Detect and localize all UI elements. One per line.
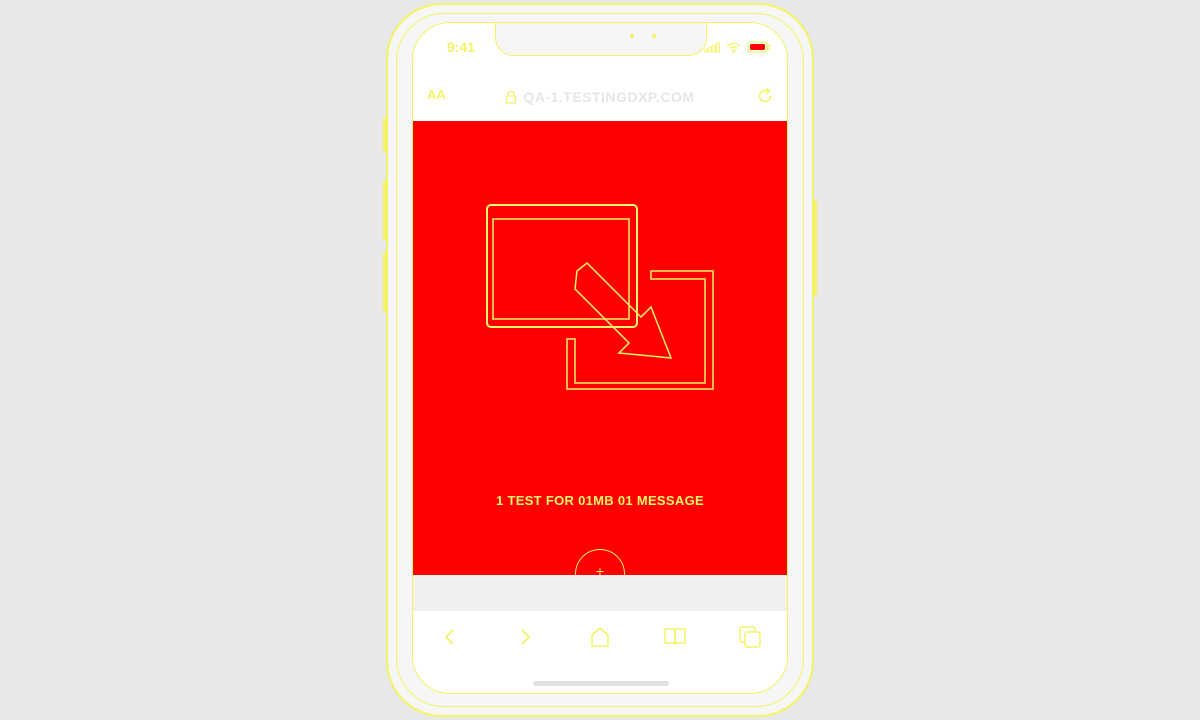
status-icons: [704, 41, 771, 53]
reload-icon[interactable]: [755, 86, 775, 106]
back-icon: [445, 629, 455, 645]
forward-icon: [521, 629, 531, 645]
phone-screen: 9:41 AA QA-1.TESTINGDXP.COM 1 TEST FOR 0…: [412, 22, 788, 694]
side-button-power: [813, 200, 817, 296]
signal-icon: [704, 42, 720, 52]
notch: [495, 23, 707, 56]
bookmarks-icon: [664, 628, 686, 646]
tabs-icon: [738, 626, 761, 648]
status-time: 9:41: [447, 39, 476, 55]
speaker-dot: [630, 34, 634, 38]
tabs-button[interactable]: [734, 621, 766, 653]
share-button[interactable]: [584, 621, 616, 653]
url-text: QA-1.TESTINGDXP.COM: [523, 89, 695, 105]
side-button-volume-up: [383, 118, 387, 152]
side-button-volume-silent: [383, 252, 387, 312]
side-button-volume-down: [383, 180, 387, 240]
page-message: 1 TEST FOR 01MB 01 MESSAGE: [496, 493, 704, 508]
picture-in-picture-icon: [486, 204, 714, 390]
page-content: 1 TEST FOR 01MB 01 MESSAGE +: [413, 121, 787, 599]
lock-icon: [506, 90, 517, 104]
camera-dot: [652, 34, 656, 38]
forward-button[interactable]: [509, 621, 541, 653]
share-icon: [591, 626, 609, 647]
address-field[interactable]: QA-1.TESTINGDXP.COM: [505, 89, 694, 105]
home-indicator[interactable]: [533, 681, 669, 686]
content-footer-band: [413, 575, 787, 611]
text-size-button[interactable]: AA: [427, 87, 446, 102]
back-button[interactable]: [434, 621, 466, 653]
url-bar[interactable]: AA QA-1.TESTINGDXP.COM: [413, 75, 787, 119]
bookmarks-button[interactable]: [659, 621, 691, 653]
battery-icon: [747, 41, 771, 53]
wifi-icon: [726, 42, 741, 53]
browser-toolbar: [413, 611, 787, 663]
